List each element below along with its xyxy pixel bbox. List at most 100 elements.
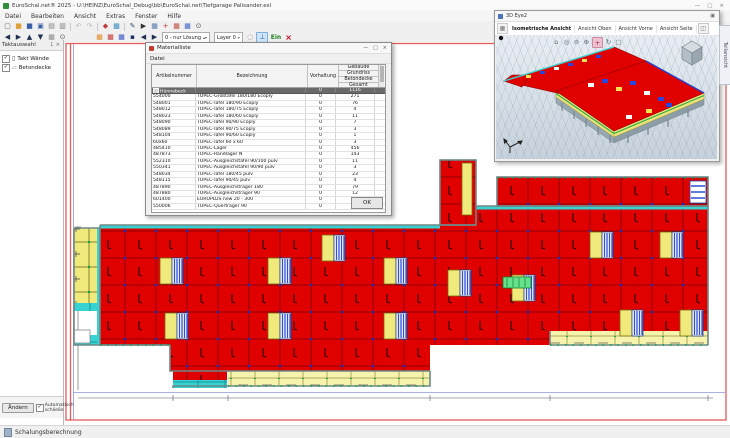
app-window: EuroSchal.net® 2025 - U:\HEINZ\EuroSchal…: [0, 0, 730, 438]
material-table[interactable]: Artikelnummer Bezeichnung Vorhaltung Geb…: [151, 64, 386, 213]
table-body: 554000 TOPEC-Großtafel 180/180 Ecoply 0 …: [152, 94, 385, 210]
viewer3d-toolbar: ⌂◎⊖⊕+↻▢: [552, 37, 623, 48]
format-icon[interactable]: ◆: [101, 22, 111, 31]
col-gesamt-stack[interactable]: GebäudeGrundrissBetondeckeGesamt: [339, 65, 379, 87]
zoom-out-icon[interactable]: ⊖: [572, 37, 581, 46]
rotate-icon[interactable]: ↻: [604, 37, 613, 46]
viewer3d-title: 3D Eye2: [506, 13, 527, 19]
change-button[interactable]: Ändern: [2, 403, 34, 413]
ortho-toggle-icon[interactable]: ◫: [698, 23, 709, 34]
toolbar-separator: [70, 23, 71, 31]
dialog-titlebar[interactable]: Materialliste — □ ×: [146, 43, 391, 54]
view-mode-icon[interactable]: ▦: [497, 23, 508, 34]
viewer3d-maximize-button[interactable]: ▣: [710, 13, 719, 19]
dialog-menu-datei[interactable]: Datei: [146, 56, 169, 62]
right-dock-tab-label: Teilansicht: [723, 42, 729, 68]
print-icon[interactable]: ▤: [47, 22, 57, 31]
statusbar: Schalungsberechnung: [0, 425, 730, 438]
checkbox[interactable]: [2, 64, 10, 72]
ein-toggle[interactable]: Ein: [269, 34, 283, 41]
table-scrollbar[interactable]: [379, 65, 384, 87]
materialliste-dialog: Materialliste — □ × Datei Artikelnummer …: [145, 42, 392, 216]
draw-icon[interactable]: ✎: [128, 22, 138, 31]
menu-item[interactable]: Extras: [101, 13, 130, 20]
tree-item[interactable]: ▱ Betondecke: [2, 63, 61, 72]
takt-blue-icon[interactable]: ▦: [117, 33, 127, 42]
table-header: Artikelnummer Bezeichnung Vorhaltung Geb…: [152, 65, 385, 88]
dialog-close-button[interactable]: ×: [383, 45, 387, 51]
viewer3d-tabs: ▦ Isometrische AnsichtAnsicht ObenAnsich…: [495, 22, 719, 36]
minimize-button[interactable]: —: [695, 3, 701, 9]
settings-icon[interactable]: ◌: [245, 33, 255, 42]
undo-icon[interactable]: ↶: [74, 22, 84, 31]
view-tab[interactable]: Ansicht Oben: [575, 25, 615, 33]
close-button[interactable]: ×: [719, 3, 724, 9]
maximize-button[interactable]: ▢: [707, 3, 712, 9]
ok-button[interactable]: OK: [351, 197, 383, 209]
print-preview-icon[interactable]: ▥: [58, 22, 68, 31]
dialog-icon: [149, 46, 154, 51]
viewer3d-viewport[interactable]: ⌂◎⊖⊕+↻▢: [496, 35, 717, 159]
zoom-icon[interactable]: ⊙: [194, 22, 204, 31]
menu-item[interactable]: Ansicht: [69, 13, 101, 20]
dialog-maximize-button[interactable]: □: [373, 45, 378, 51]
save-all-icon[interactable]: ▣: [36, 22, 46, 31]
table-blue-icon[interactable]: ▦: [183, 22, 193, 31]
next-icon[interactable]: ▶: [150, 33, 160, 42]
menu-item[interactable]: Fenster: [130, 13, 162, 20]
save-icon[interactable]: ■: [25, 22, 35, 31]
image-icon[interactable]: ▩: [112, 22, 122, 31]
right-dock-tab[interactable]: Teilansicht: [719, 25, 730, 85]
viewer3d-titlebar[interactable]: 3D Eye2 ▣: [495, 11, 719, 22]
zoom-in-icon[interactable]: ⊕: [582, 37, 591, 46]
col-bezeichnung[interactable]: Bezeichnung: [197, 65, 308, 87]
frame-icon[interactable]: ▦: [150, 22, 160, 31]
viewer3d-icon: [498, 14, 503, 19]
auto-close-checkbox[interactable]: [36, 404, 44, 412]
view-tab[interactable]: Ansicht Vorne: [616, 25, 657, 33]
tree-item-label: Takt Wände: [17, 56, 49, 62]
viewer3d-window: 3D Eye2 ▣ ▦ Isometrische AnsichtAnsicht …: [494, 10, 720, 162]
window-title: EuroSchal.net® 2025 - U:\HEINZ\EuroSchal…: [12, 3, 271, 9]
takt-panel-header: Taktauswahl ↧ ×: [0, 40, 63, 51]
col-vorhaltung[interactable]: Vorhaltung: [308, 65, 339, 87]
pan-icon[interactable]: +: [592, 37, 603, 48]
menu-item[interactable]: Datei: [0, 13, 26, 20]
table-red-icon[interactable]: ▦: [172, 22, 182, 31]
layer-type-icon: ▱: [12, 64, 17, 71]
new-icon[interactable]: ▢: [3, 22, 13, 31]
nav-cube-icon: [682, 41, 702, 65]
toolbar-separator: [124, 23, 125, 31]
col-artikelnummer[interactable]: Artikelnummer: [152, 65, 197, 87]
toolbar-separator: [97, 23, 98, 31]
layer-type-icon: ▯: [12, 55, 15, 62]
view-tab[interactable]: Isometrische Ansicht: [509, 25, 575, 33]
eye-icon[interactable]: ◎: [562, 37, 571, 46]
axis-indicator: [504, 139, 522, 153]
dark-icon[interactable]: ▪: [128, 33, 138, 42]
takt-tree: ▯ Takt Wände ▱ Betondecke: [0, 51, 63, 75]
dialog-minimize-button[interactable]: —: [363, 45, 368, 51]
toolbar2-mid-icons: ▦▦▦▪◀▶: [94, 33, 160, 42]
select-icon[interactable]: ▶: [139, 22, 149, 31]
cursor-dot: [499, 36, 503, 40]
building-3d: [496, 35, 717, 159]
prev-icon[interactable]: ◀: [139, 33, 149, 42]
add-icon[interactable]: +: [161, 22, 171, 31]
checkbox[interactable]: [2, 55, 10, 63]
view-tab[interactable]: Ansicht Seite: [657, 25, 697, 33]
redo-icon[interactable]: ↷: [85, 22, 95, 31]
group-icon: [153, 88, 159, 93]
open-icon[interactable]: ■: [14, 22, 24, 31]
delete-icon[interactable]: ×: [283, 33, 294, 42]
takt-panel: Taktauswahl ↧ × ▯ Takt Wände ▱ Betondeck…: [0, 40, 64, 425]
fit-icon[interactable]: ▢: [614, 37, 623, 46]
close-icon[interactable]: ×: [55, 42, 61, 48]
menu-item[interactable]: Hilfe: [162, 13, 186, 20]
takt-red-icon[interactable]: ▦: [106, 33, 116, 42]
auto-close-label: Automatisch schließe: [45, 403, 74, 413]
home-icon[interactable]: ⌂: [552, 37, 561, 46]
takt-orange-icon[interactable]: ▦: [95, 33, 105, 42]
menu-item[interactable]: Bearbeiten: [26, 13, 69, 20]
tree-item[interactable]: ▯ Takt Wände: [2, 54, 61, 63]
